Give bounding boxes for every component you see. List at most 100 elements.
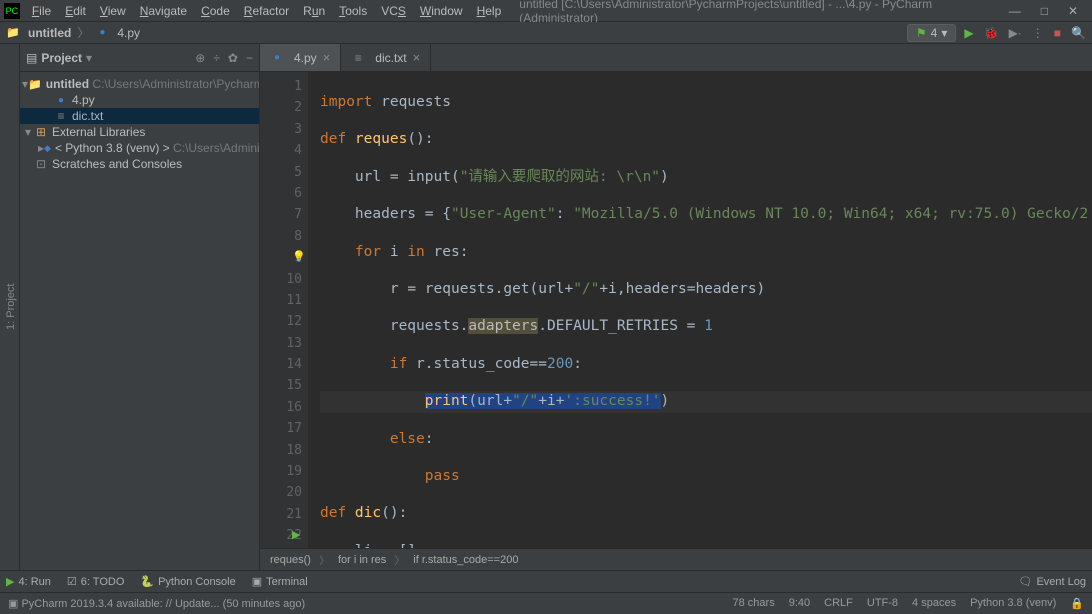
python-file-icon <box>270 51 284 65</box>
tree-file-4py[interactable]: 4.py <box>20 92 259 108</box>
editor: 4.py × dic.txt × 1234 5678 9101112 13141… <box>260 44 1092 570</box>
menu-navigate[interactable]: Navigate <box>134 2 193 20</box>
code-editor[interactable]: 1234 5678 9101112 13141516 17181920 2122… <box>260 72 1092 548</box>
python-icon: 🐍 <box>140 575 154 588</box>
line-gutter: 1234 5678 9101112 13141516 17181920 2122… <box>260 72 308 548</box>
event-log-button[interactable]: 🗨Event Log <box>1018 575 1086 588</box>
bc-item[interactable]: for i in res <box>338 554 386 566</box>
library-icon <box>34 125 48 139</box>
tab-todo[interactable]: ☑6: TODO <box>67 575 124 588</box>
close-tab-icon[interactable]: × <box>323 50 331 65</box>
tree-root[interactable]: ▾ untitled C:\Users\Administrator\Pychar… <box>20 76 259 92</box>
run-config-selector[interactable]: ⚑ 4 ▾ <box>907 24 956 42</box>
tab-label: dic.txt <box>375 51 406 65</box>
search-icon[interactable]: 🔍 <box>1071 26 1086 40</box>
folder-icon <box>6 26 20 40</box>
crumb-file[interactable]: 4.py <box>117 26 140 40</box>
close-tab-icon[interactable]: × <box>413 50 421 65</box>
tree-item-label: < Python 3.8 (venv) > <box>55 141 170 155</box>
event-log-icon: 🗨 <box>1018 575 1032 588</box>
bc-item[interactable]: reques() <box>270 554 311 566</box>
editor-tabs: 4.py × dic.txt × <box>260 44 1092 72</box>
run-icon[interactable]: ▶ <box>964 26 973 40</box>
menu-file[interactable]: File <box>26 2 57 20</box>
python-file-icon <box>54 93 68 107</box>
run-icon: ▶ <box>6 575 14 588</box>
bc-item[interactable]: if r.status_code==200 <box>413 554 518 566</box>
python-file-icon <box>95 26 109 40</box>
menu-view[interactable]: View <box>94 2 132 20</box>
tool-project-tab[interactable]: 1: Project <box>3 44 19 570</box>
chevron-right-icon: 〉 <box>77 24 89 41</box>
stop-icon[interactable]: ■ <box>1054 26 1061 40</box>
chevron-down-icon: ▾ <box>941 26 947 40</box>
minimize-icon[interactable]: — <box>1009 4 1021 18</box>
text-file-icon <box>54 109 68 123</box>
run-line-icon[interactable]: ▶ <box>292 528 300 541</box>
chevron-down-icon[interactable]: ▾ <box>86 51 92 65</box>
tool-structure-tab[interactable]: 7: Structure <box>0 304 3 570</box>
tree-python-env[interactable]: ▸ < Python 3.8 (venv) > C:\Users\Adminis… <box>20 140 259 156</box>
chevron-down-icon: ▾ <box>22 125 34 139</box>
tab-4py[interactable]: 4.py × <box>260 44 341 71</box>
tree-item-label: 4.py <box>72 93 95 107</box>
menu-vcs[interactable]: VCS <box>375 2 412 20</box>
menu-refactor[interactable]: Refactor <box>238 2 295 20</box>
coverage-icon[interactable]: ▶· <box>1009 26 1022 40</box>
collapse-icon[interactable]: ÷ <box>213 51 220 65</box>
status-windows-icon[interactable]: ▣ <box>8 597 18 610</box>
navigation-bar: untitled 〉 4.py ⚑ 4 ▾ ▶ 🐞 ▶· ⋮ ■ 🔍 <box>0 22 1092 44</box>
maximize-icon[interactable]: □ <box>1041 4 1048 18</box>
hide-icon[interactable]: − <box>246 51 253 65</box>
menu-tools[interactable]: Tools <box>333 2 373 20</box>
python-icon <box>44 141 51 155</box>
tree-item-label: dic.txt <box>72 109 103 123</box>
code-breadcrumb: reques() 〉 for i in res 〉 if r.status_co… <box>260 548 1092 570</box>
intention-bulb-icon[interactable]: 💡 <box>292 250 306 263</box>
status-python[interactable]: Python 3.8 (venv) <box>970 597 1056 610</box>
status-chars: 78 chars <box>733 597 775 610</box>
status-encoding[interactable]: UTF-8 <box>867 597 898 610</box>
tab-dictxt[interactable]: dic.txt × <box>341 44 431 71</box>
tab-run[interactable]: ▶4: Run <box>6 575 51 588</box>
project-panel: ▤ Project ▾ ⊕ ÷ ✿ − ▾ untitled C:\Users\… <box>20 44 260 570</box>
crumb-project[interactable]: untitled <box>28 26 71 40</box>
tree-item-label: Scratches and Consoles <box>52 157 182 171</box>
bottom-tool-tabs: ▶4: Run ☑6: TODO 🐍Python Console ▣Termin… <box>0 570 1092 592</box>
titlebar: PC File Edit View Navigate Code Refactor… <box>0 0 1092 22</box>
tree-item-hint: C:\Users\Administrato... <box>173 141 259 155</box>
status-caret-pos[interactable]: 9:40 <box>789 597 810 610</box>
tab-label: 4.py <box>294 51 317 65</box>
menu-edit[interactable]: Edit <box>59 2 92 20</box>
tree-scratches[interactable]: Scratches and Consoles <box>20 156 259 172</box>
code-content[interactable]: import requests def reques(): url = inpu… <box>308 72 1092 548</box>
tree-external-libs[interactable]: ▾ External Libraries <box>20 124 259 140</box>
tree-root-label: untitled <box>46 77 89 91</box>
settings-icon[interactable]: ✿ <box>228 51 238 65</box>
menu-help[interactable]: Help <box>471 2 508 20</box>
terminal-icon: ▣ <box>252 575 262 588</box>
scratch-icon <box>34 157 48 171</box>
locate-icon[interactable]: ⊕ <box>195 51 205 65</box>
menu-window[interactable]: Window <box>414 2 469 20</box>
status-lock-icon[interactable]: 🔒 <box>1070 597 1084 610</box>
menu-run[interactable]: Run <box>297 2 331 20</box>
app-logo: PC <box>4 3 20 19</box>
status-bar: ▣ PyCharm 2019.3.4 available: // Update.… <box>0 592 1092 614</box>
status-line-ending[interactable]: CRLF <box>824 597 853 610</box>
project-tree: ▾ untitled C:\Users\Administrator\Pychar… <box>20 72 259 176</box>
close-icon[interactable]: ✕ <box>1068 4 1078 18</box>
debug-icon[interactable]: 🐞 <box>984 26 999 40</box>
text-file-icon <box>351 51 365 65</box>
menu-code[interactable]: Code <box>195 2 236 20</box>
tab-python-console[interactable]: 🐍Python Console <box>140 575 235 588</box>
tree-item-label: External Libraries <box>52 125 145 139</box>
status-message[interactable]: PyCharm 2019.3.4 available: // Update...… <box>21 598 305 610</box>
folder-icon <box>28 77 42 91</box>
tab-terminal[interactable]: ▣Terminal <box>252 575 308 588</box>
status-indent[interactable]: 4 spaces <box>912 597 956 610</box>
run-config-name: 4 <box>931 26 938 40</box>
todo-icon: ☑ <box>67 575 77 588</box>
tree-file-dictxt[interactable]: dic.txt <box>20 108 259 124</box>
attach-icon[interactable]: ⋮ <box>1032 26 1044 40</box>
